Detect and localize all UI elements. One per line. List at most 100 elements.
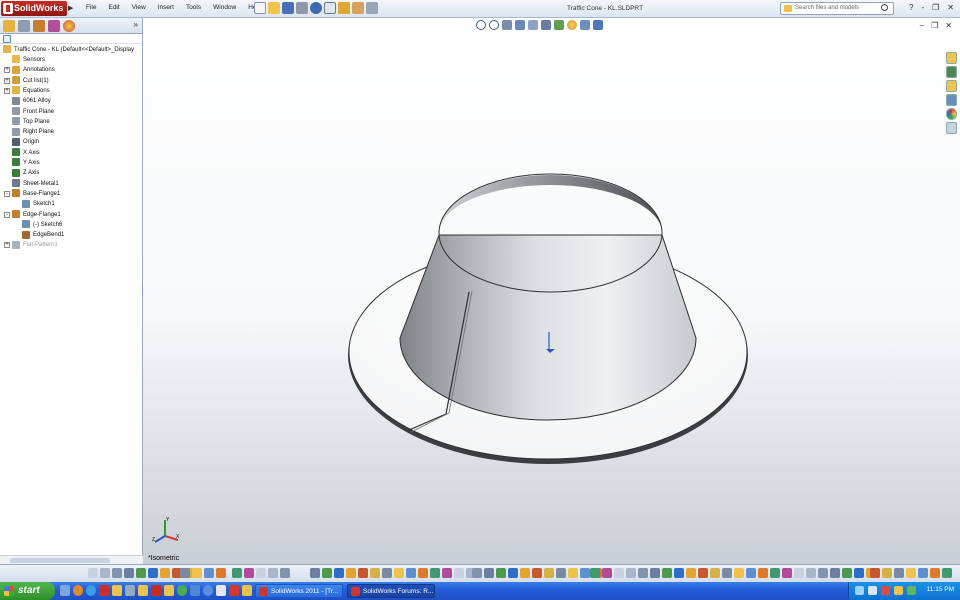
command-tool-icon[interactable] xyxy=(894,568,904,578)
command-tool-icon[interactable] xyxy=(942,568,952,578)
window-close-icon[interactable]: ✕ xyxy=(947,3,954,12)
menu-insert[interactable]: Insert xyxy=(152,4,180,11)
rebuild-icon[interactable] xyxy=(338,2,350,14)
menu-file[interactable]: File xyxy=(80,4,102,11)
tree-item[interactable]: Edge-Flange1 xyxy=(12,209,61,220)
logo-menu-arrow-icon[interactable]: ▶ xyxy=(68,4,73,12)
menu-edit[interactable]: Edit xyxy=(102,4,125,11)
traffic-cone-model[interactable] xyxy=(143,18,960,564)
menu-window[interactable]: Window xyxy=(207,4,242,11)
media-player-icon[interactable] xyxy=(177,585,187,596)
command-tool-icon[interactable] xyxy=(112,568,122,578)
design-library-icon[interactable] xyxy=(946,66,957,78)
cone-outer-surface[interactable] xyxy=(399,234,697,421)
firefox-icon[interactable] xyxy=(73,585,83,596)
mail-icon[interactable] xyxy=(112,585,122,596)
solidworks-quicklaunch-icon[interactable] xyxy=(151,585,161,596)
command-tool-icon[interactable] xyxy=(192,568,202,578)
command-tool-icon[interactable] xyxy=(100,568,110,578)
tree-item[interactable]: Top Plane xyxy=(12,117,50,127)
command-tool-icon[interactable] xyxy=(746,568,756,578)
tree-item[interactable]: Sheet-Metal1 xyxy=(12,179,59,189)
expand-panel-icon[interactable]: » xyxy=(134,20,138,29)
tray-volume-icon[interactable] xyxy=(868,586,877,595)
configuration-manager-tab-icon[interactable] xyxy=(33,20,45,32)
command-tool-icon[interactable] xyxy=(508,568,518,578)
tree-item[interactable]: Front Plane xyxy=(12,106,54,117)
undo-icon[interactable] xyxy=(310,2,322,14)
tree-item[interactable]: Right Plane xyxy=(12,127,54,137)
window-restore-icon[interactable]: ❐ xyxy=(932,3,939,12)
command-tool-icon[interactable] xyxy=(918,568,928,578)
command-tool-icon[interactable] xyxy=(842,568,852,578)
save-icon[interactable] xyxy=(282,2,294,14)
network-icon[interactable] xyxy=(190,585,200,596)
start-button[interactable]: start xyxy=(0,582,55,600)
command-tool-icon[interactable] xyxy=(370,568,380,578)
command-tool-icon[interactable] xyxy=(148,568,158,578)
command-tool-icon[interactable] xyxy=(430,568,440,578)
tree-item[interactable]: Cut list(1) xyxy=(12,76,49,86)
command-tool-icon[interactable] xyxy=(382,568,392,578)
command-tool-icon[interactable] xyxy=(806,568,816,578)
tree-item[interactable]: Annotations xyxy=(12,65,55,75)
search-icon[interactable] xyxy=(881,4,888,11)
command-tool-icon[interactable] xyxy=(346,568,356,578)
command-tool-icon[interactable] xyxy=(686,568,696,578)
command-tool-icon[interactable] xyxy=(758,568,768,578)
collapse-icon[interactable]: - xyxy=(4,190,10,197)
command-tool-icon[interactable] xyxy=(180,568,190,578)
command-tool-icon[interactable] xyxy=(484,568,494,578)
solidworks-viewer-icon[interactable] xyxy=(229,585,239,596)
expand-icon[interactable]: + xyxy=(4,67,10,74)
tree-item[interactable]: Origin xyxy=(12,137,39,147)
tree-item[interactable]: 6061 Alloy xyxy=(12,96,51,106)
command-tool-icon[interactable] xyxy=(256,568,266,578)
taskbar-task[interactable]: SolidWorks Forums: R... xyxy=(347,584,435,598)
tree-item[interactable]: (-) Sketch6 xyxy=(22,220,62,230)
calendar-icon[interactable] xyxy=(216,585,226,596)
command-tool-icon[interactable] xyxy=(496,568,506,578)
expand-icon[interactable]: + xyxy=(4,242,10,249)
calculator-icon[interactable] xyxy=(125,585,135,596)
command-tool-icon[interactable] xyxy=(334,568,344,578)
command-tool-icon[interactable] xyxy=(674,568,684,578)
open-document-icon[interactable] xyxy=(268,2,280,14)
command-tool-icon[interactable] xyxy=(568,568,578,578)
command-tool-icon[interactable] xyxy=(544,568,554,578)
command-tool-icon[interactable] xyxy=(418,568,428,578)
window-minimize-icon[interactable]: - xyxy=(921,3,924,12)
scrollbar-thumb[interactable] xyxy=(10,558,110,563)
tree-filter[interactable] xyxy=(0,34,142,44)
tray-security-icon[interactable] xyxy=(881,586,890,595)
command-tool-icon[interactable] xyxy=(216,568,226,578)
options-icon[interactable] xyxy=(366,2,378,14)
tree-item[interactable]: Sensors xyxy=(12,55,45,65)
graphics-viewport[interactable]: – ❐ ✕ Y X Z *Isometric xyxy=(143,18,960,564)
command-tool-icon[interactable] xyxy=(88,568,98,578)
view-palette-icon[interactable] xyxy=(946,94,957,106)
solidworks-resources-icon[interactable] xyxy=(946,52,957,64)
command-tool-icon[interactable] xyxy=(268,568,278,578)
command-tool-icon[interactable] xyxy=(794,568,804,578)
command-tool-icon[interactable] xyxy=(906,568,916,578)
print-icon[interactable] xyxy=(296,2,308,14)
command-tool-icon[interactable] xyxy=(556,568,566,578)
command-tool-icon[interactable] xyxy=(280,568,290,578)
property-manager-tab-icon[interactable] xyxy=(18,20,30,32)
tree-item[interactable]: Base-Flange1 xyxy=(12,189,60,199)
command-tool-icon[interactable] xyxy=(124,568,134,578)
command-tool-icon[interactable] xyxy=(406,568,416,578)
search-input[interactable]: Search files and models xyxy=(780,2,894,15)
tree-item[interactable]: X Axis xyxy=(12,148,40,158)
command-tool-icon[interactable] xyxy=(394,568,404,578)
command-tool-icon[interactable] xyxy=(136,568,146,578)
command-tool-icon[interactable] xyxy=(698,568,708,578)
window-help-icon[interactable]: ? xyxy=(909,3,913,12)
command-tool-icon[interactable] xyxy=(854,568,864,578)
command-tool-icon[interactable] xyxy=(244,568,254,578)
menu-tools[interactable]: Tools xyxy=(180,4,207,11)
command-tool-icon[interactable] xyxy=(204,568,214,578)
command-tool-icon[interactable] xyxy=(442,568,452,578)
help-icon[interactable] xyxy=(203,585,213,596)
